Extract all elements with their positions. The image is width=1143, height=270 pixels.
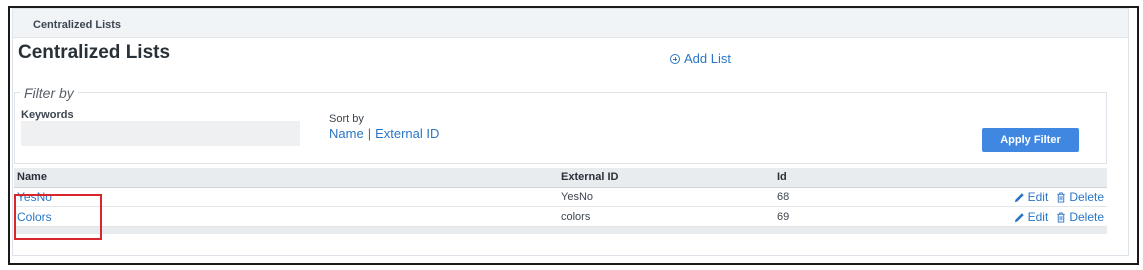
row-id: 69 — [777, 211, 790, 223]
row-actions: Edit Delete — [1014, 190, 1104, 204]
table-footer — [14, 227, 1107, 234]
pencil-icon — [1014, 192, 1024, 202]
sort-by-name-link[interactable]: Name — [329, 126, 364, 141]
delete-link[interactable]: Delete — [1056, 210, 1104, 224]
sort-by-label: Sort by — [329, 113, 364, 125]
delete-link[interactable]: Delete — [1056, 190, 1104, 204]
edit-link[interactable]: Edit — [1014, 190, 1049, 204]
apply-filter-button[interactable]: Apply Filter — [982, 128, 1079, 152]
highlight-box — [14, 194, 102, 240]
panel-header-label: Centralized Lists — [33, 19, 122, 31]
plus-circle-icon — [670, 53, 680, 64]
column-header-external-id[interactable]: External ID — [561, 171, 618, 183]
delete-label: Delete — [1069, 190, 1104, 204]
row-external-id: YesNo — [561, 191, 594, 203]
page-title: Centralized Lists — [18, 42, 171, 63]
row-external-id: colors — [561, 211, 591, 223]
table-header: Name External ID Id — [14, 168, 1107, 188]
sort-by-external-id-link[interactable]: External ID — [375, 126, 439, 141]
add-list-link[interactable]: Add List — [670, 51, 731, 66]
panel-header: Centralized Lists — [13, 9, 1128, 38]
keywords-input[interactable] — [21, 121, 300, 146]
edit-link[interactable]: Edit — [1014, 210, 1049, 224]
sort-separator: | — [367, 126, 372, 141]
row-id: 68 — [777, 191, 790, 203]
edit-label: Edit — [1027, 210, 1049, 224]
trash-icon — [1057, 211, 1065, 223]
add-list-label: Add List — [684, 51, 731, 66]
edit-label: Edit — [1027, 190, 1049, 204]
pencil-icon — [1014, 212, 1024, 222]
filter-legend: Filter by — [20, 85, 78, 101]
table-row: YesNo YesNo 68 Edit Delete — [14, 188, 1107, 207]
sort-options: Name | External ID — [329, 126, 439, 141]
trash-icon — [1057, 191, 1065, 203]
keywords-label: Keywords — [21, 109, 74, 121]
row-actions: Edit Delete — [1014, 210, 1104, 224]
column-header-id[interactable]: Id — [777, 171, 787, 183]
delete-label: Delete — [1069, 210, 1104, 224]
column-header-name[interactable]: Name — [17, 171, 47, 183]
table-row: Colors colors 69 Edit Delete — [14, 208, 1107, 227]
